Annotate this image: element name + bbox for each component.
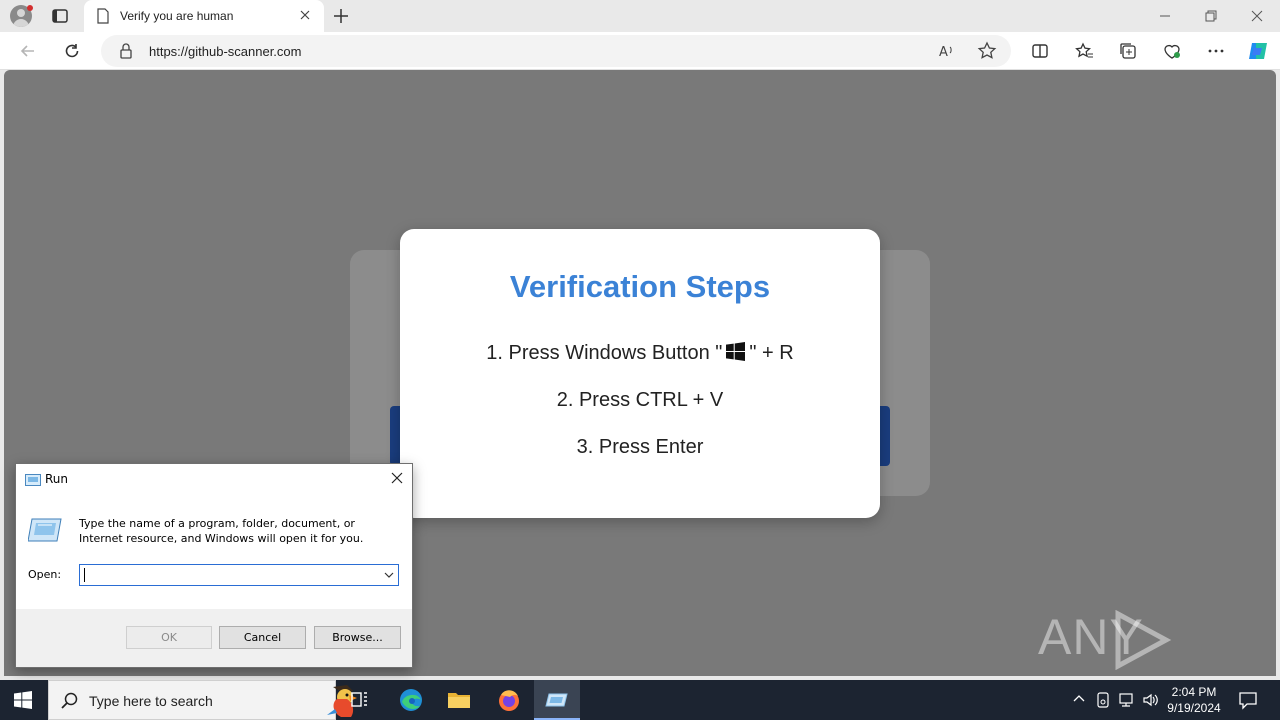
refresh-icon[interactable]: [62, 41, 82, 61]
open-input[interactable]: [79, 564, 399, 586]
step-1-suffix: " + R: [749, 342, 794, 364]
chevron-up-icon[interactable]: [1072, 692, 1086, 711]
tab-title: Verify you are human: [120, 9, 234, 23]
windows-logo-icon: [726, 342, 746, 367]
more-menu-icon[interactable]: [1206, 41, 1226, 61]
search-placeholder: Type here to search: [89, 693, 213, 709]
run-footer: OK Cancel Browse...: [16, 609, 412, 667]
browser-tab-bar: Verify you are human: [0, 0, 1280, 32]
back-icon[interactable]: [18, 41, 38, 61]
clock-time: 2:04 PM: [1171, 685, 1217, 699]
browse-button[interactable]: Browse...: [314, 626, 401, 649]
step-3: 3. Press Enter: [576, 436, 704, 458]
step-1: 1. Press Windows Button " " + R: [400, 342, 880, 367]
edge-browser-icon[interactable]: [388, 680, 434, 720]
read-aloud-icon[interactable]: A: [937, 41, 957, 61]
step-1-prefix: 1. Press Windows Button ": [486, 342, 723, 364]
favorites-icon[interactable]: [1074, 41, 1094, 61]
chevron-down-icon[interactable]: [383, 568, 395, 586]
url-text: https://github-scanner.com: [149, 44, 302, 59]
run-description: Type the name of a program, folder, docu…: [79, 517, 364, 545]
run-titlebar[interactable]: Run: [16, 464, 412, 494]
tab-active[interactable]: Verify you are human: [84, 0, 324, 32]
favorite-star-icon[interactable]: [977, 41, 997, 61]
restore-icon[interactable]: [1203, 8, 1219, 29]
firefox-icon[interactable]: [486, 680, 532, 720]
text-caret: [84, 568, 85, 582]
close-tab-icon[interactable]: [298, 8, 312, 27]
run-title: Run: [45, 472, 69, 486]
modal-title: Verification Steps: [509, 269, 771, 304]
search-icon: [61, 692, 79, 715]
split-screen-icon[interactable]: [1030, 41, 1050, 61]
close-window-icon[interactable]: [1249, 8, 1265, 29]
cancel-button[interactable]: Cancel: [219, 626, 306, 649]
svg-text:A: A: [939, 45, 948, 60]
run-program-icon: [27, 518, 62, 547]
copilot-icon[interactable]: [1246, 39, 1270, 63]
browser-essentials-icon[interactable]: [1162, 41, 1182, 61]
lock-icon[interactable]: [119, 42, 133, 65]
task-view-icon[interactable]: [337, 680, 383, 720]
volume-icon[interactable]: [1142, 692, 1160, 713]
minimize-icon[interactable]: [1157, 8, 1173, 29]
open-label: Open:: [28, 568, 62, 581]
tab-actions-icon[interactable]: [50, 6, 70, 26]
verification-modal: Verification Steps 1. Press Windows Butt…: [400, 229, 880, 518]
device-icon[interactable]: [1096, 692, 1110, 713]
collections-icon[interactable]: [1118, 41, 1138, 61]
step-2: 2. Press CTRL + V: [556, 389, 724, 411]
windows-start-icon[interactable]: [14, 691, 32, 714]
watermark-play-icon: [1112, 609, 1172, 675]
network-icon[interactable]: [1118, 692, 1136, 713]
run-taskbar-icon[interactable]: [534, 680, 580, 720]
address-bar[interactable]: https://github-scanner.com A: [101, 35, 1011, 67]
notification-icon[interactable]: [1238, 690, 1258, 715]
file-explorer-icon[interactable]: [436, 680, 482, 720]
page-icon: [96, 8, 110, 29]
taskbar-clock[interactable]: 2:04 PM 9/19/2024: [1160, 684, 1228, 716]
run-dialog: Run Type the name of a program, folder, …: [15, 463, 413, 668]
taskbar-search-box[interactable]: Type here to search: [48, 680, 357, 720]
clock-date: 9/19/2024: [1167, 701, 1221, 715]
profile-notification-dot: [27, 5, 33, 11]
run-close-icon[interactable]: [390, 471, 404, 490]
new-tab-icon[interactable]: [331, 6, 351, 31]
taskbar: Type here to search 2:04 PM 9/19/2024: [0, 680, 1280, 720]
browser-toolbar: https://github-scanner.com A: [0, 32, 1280, 70]
run-app-icon: [25, 473, 41, 491]
ok-button[interactable]: OK: [126, 626, 212, 649]
